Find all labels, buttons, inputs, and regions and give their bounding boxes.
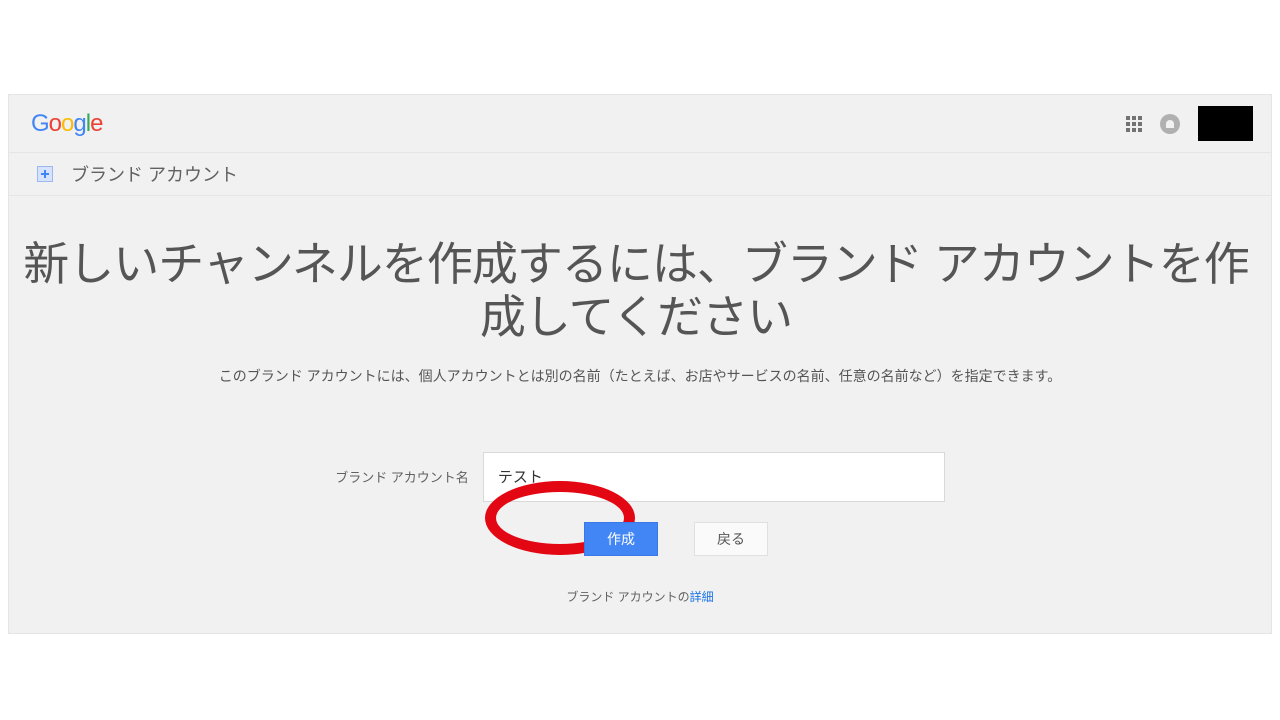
form-row: ブランド アカウント名 (9, 452, 1271, 502)
brand-account-icon (37, 166, 53, 182)
create-button[interactable]: 作成 (584, 522, 658, 556)
button-row: 作成 戻る (584, 522, 768, 556)
apps-icon[interactable] (1126, 116, 1142, 132)
notifications-icon[interactable] (1160, 114, 1180, 134)
back-button[interactable]: 戻る (694, 522, 768, 556)
footnote: ブランド アカウントの詳細 (9, 588, 1271, 633)
breadcrumb: ブランド アカウント (9, 152, 1271, 196)
main-content: 新しいチャンネルを作成するには、ブランド アカウントを作成してください このブラ… (9, 196, 1271, 633)
account-avatar[interactable] (1198, 106, 1253, 141)
details-link[interactable]: 詳細 (690, 590, 714, 604)
page-title: 新しいチャンネルを作成するには、ブランド アカウントを作成してください (1, 238, 1271, 344)
brand-name-label: ブランド アカウント名 (335, 467, 469, 486)
breadcrumb-title: ブランド アカウント (71, 161, 238, 187)
google-logo[interactable]: Google (31, 110, 102, 138)
footnote-text: ブランド アカウントの (566, 590, 689, 604)
app-window: Google ブランド アカウント 新しいチャンネルを作成するには、ブランド ア… (8, 94, 1272, 634)
page-description: このブランド アカウントには、個人アカウントとは別の名前（たとえば、お店やサービ… (9, 366, 1271, 386)
header: Google (9, 95, 1271, 152)
brand-name-input[interactable] (483, 452, 945, 502)
